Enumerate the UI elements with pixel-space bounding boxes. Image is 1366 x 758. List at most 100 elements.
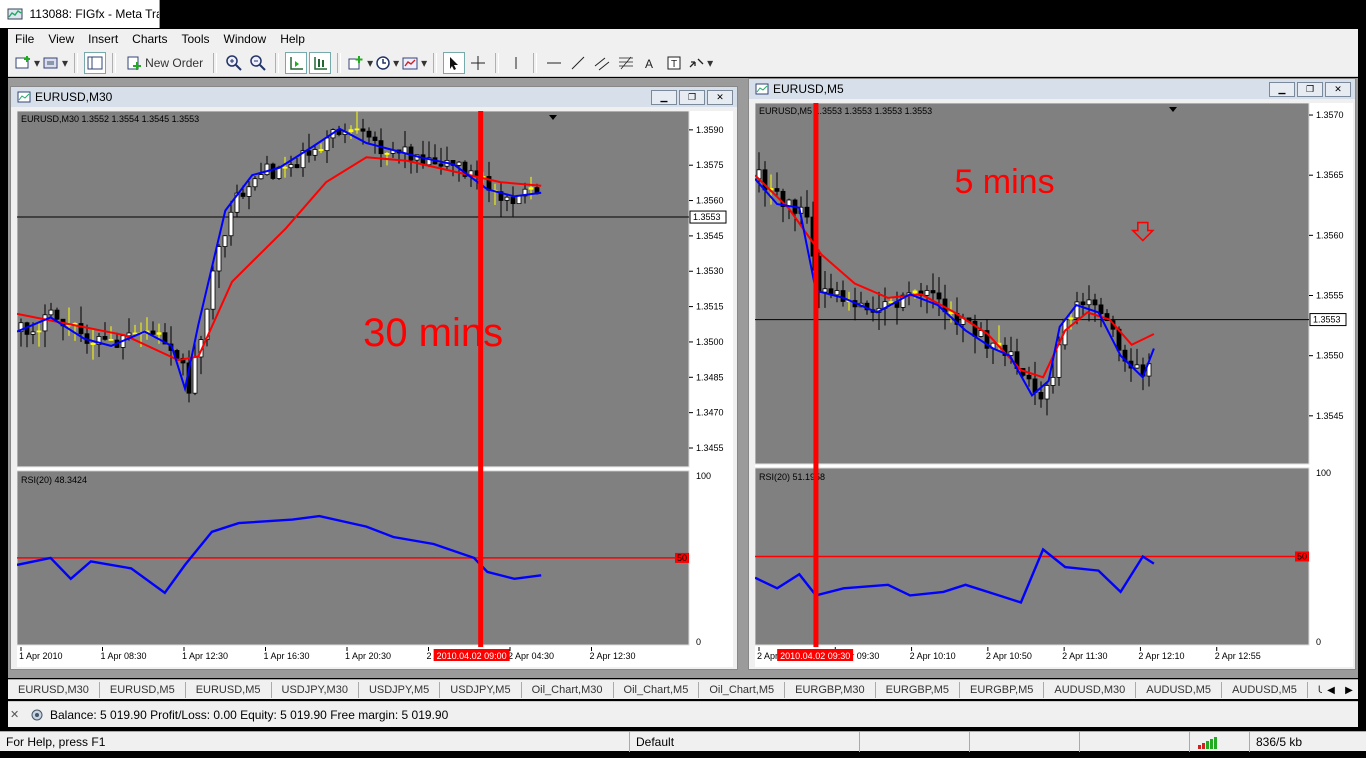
- text-label-icon[interactable]: T: [663, 52, 685, 74]
- cursor-icon[interactable]: [443, 51, 466, 74]
- tab-eurgbp-m5-2[interactable]: EURGBP,M5: [960, 681, 1045, 698]
- candle-body: [1074, 301, 1080, 319]
- tab-oil-chart-m5[interactable]: Oil_Chart,M5: [614, 681, 700, 698]
- price-tick-label: 1.3515: [696, 302, 724, 312]
- trendline-icon[interactable]: [567, 52, 589, 74]
- candle-body: [306, 150, 312, 156]
- chart-window-header[interactable]: EURUSD,M5 ▁ ❐ ✕: [749, 79, 1355, 99]
- price-pane: [17, 111, 690, 468]
- tab-usdjpy-m5[interactable]: USDJPY,M5: [359, 681, 441, 698]
- tab-eurusd-m30[interactable]: EURUSD,M30: [8, 681, 100, 698]
- svg-text:T: T: [671, 59, 677, 70]
- menu-file[interactable]: File: [8, 30, 41, 48]
- tab-scroll-left-icon[interactable]: ◀: [1322, 685, 1340, 696]
- time-marker-label: 2010.04.02 09:30: [780, 651, 850, 661]
- price-tick-label: 1.3570: [1316, 110, 1344, 120]
- indicators-icon[interactable]: ▾: [347, 52, 373, 74]
- candle-body: [510, 196, 516, 205]
- chart-info: EURUSD,M30 1.3552 1.3554 1.3545 1.3553: [21, 114, 199, 124]
- candle-body: [282, 166, 288, 169]
- rsi-tick-label: 0: [696, 637, 701, 647]
- candle-body: [312, 149, 318, 156]
- menu-insert[interactable]: Insert: [81, 30, 125, 48]
- candle-body: [888, 301, 894, 304]
- current-price-label: 1.3553: [1313, 315, 1341, 325]
- vertical-line-icon[interactable]: [505, 52, 527, 74]
- tab-usdjpy-m5-2[interactable]: USDJPY,M5: [440, 681, 522, 698]
- new-chart-icon[interactable]: ▾: [14, 52, 40, 74]
- toolbar-separator: [433, 52, 438, 73]
- tab-eurgbp-m5[interactable]: EURGBP,M5: [876, 681, 960, 698]
- menu-help[interactable]: Help: [273, 30, 312, 48]
- tab-usdjpy-m30[interactable]: USDJPY,M30: [272, 681, 359, 698]
- auto-scroll-icon[interactable]: [285, 51, 308, 74]
- maximize-button[interactable]: ❐: [679, 90, 705, 105]
- chart-window-eurusd-m5[interactable]: EURUSD,M5 ▁ ❐ ✕ 1.3570 1.3565 1.3560 1.3555…: [748, 78, 1356, 670]
- menu-tools[interactable]: Tools: [175, 30, 217, 48]
- menu-window[interactable]: Window: [217, 30, 274, 48]
- candle-body: [1086, 299, 1092, 306]
- chart-canvas[interactable]: 1.3590 1.3575 1.3560 1.3545 1.3530 1.3515 1.35…: [17, 111, 733, 667]
- crosshair-icon[interactable]: [467, 52, 489, 74]
- candle-body: [228, 211, 234, 237]
- menu-view[interactable]: View: [41, 30, 81, 48]
- close-button[interactable]: ✕: [1325, 82, 1351, 97]
- fibonacci-icon[interactable]: [615, 52, 637, 74]
- candle-body: [54, 309, 60, 320]
- rsi-level-label: 50: [677, 553, 687, 563]
- profiles-icon[interactable]: ▾: [42, 52, 68, 74]
- time-tick-label: 2 Apr 10:10: [910, 651, 956, 661]
- tab-audusd-m5[interactable]: AUDUSD,M5: [1136, 681, 1223, 698]
- chart-window-eurusd-m30[interactable]: EURUSD,M30 ▁ ❐ ✕ 1.3590 1.3575 1.3560 1.354…: [10, 86, 738, 670]
- workspace: EURUSD,M30 ▁ ❐ ✕ 1.3590 1.3575 1.3560 1.354…: [8, 78, 1358, 678]
- current-price-label: 1.3553: [693, 212, 721, 222]
- candle-body: [36, 330, 42, 333]
- candle-body: [834, 290, 840, 296]
- chart-shift-icon[interactable]: [309, 51, 332, 74]
- tab-oil-chart-m30[interactable]: Oil_Chart,M30: [522, 681, 614, 698]
- terminal-panel: ✕ Balance: 5 019.90 Profit/Loss: 0.00 Eq…: [8, 701, 1358, 727]
- candle-body: [516, 195, 522, 205]
- maximize-button[interactable]: ❐: [1297, 82, 1323, 97]
- toolbar-separator: [337, 52, 342, 73]
- price-tick-label: 1.3530: [696, 266, 724, 276]
- zoom-out-icon[interactable]: [247, 52, 269, 74]
- time-tick-label: 2 Apr: [757, 651, 778, 661]
- candle-body: [822, 288, 828, 293]
- time-tick-label: 1 Apr 20:30: [345, 651, 391, 661]
- tab-eurusd-m5-2[interactable]: EURUSD,M5: [186, 681, 272, 698]
- candle-body: [216, 246, 222, 272]
- price-tick-label: 1.3560: [1316, 230, 1344, 240]
- tab-scroll-right-icon[interactable]: ▶: [1340, 685, 1358, 696]
- tab-audusd-m5-2[interactable]: AUDUSD,M5: [1222, 681, 1308, 698]
- price-pane: [755, 103, 1310, 465]
- window-controls: ▁ ❐ ✕: [651, 90, 733, 105]
- new-order-button[interactable]: New Order: [122, 52, 207, 74]
- candle-body: [252, 178, 258, 188]
- minimize-button[interactable]: ▁: [651, 90, 677, 105]
- text-icon[interactable]: A: [639, 52, 661, 74]
- tab-oil-chart-m5-2[interactable]: Oil_Chart,M5: [699, 681, 786, 698]
- toolbar-separator: [533, 52, 538, 73]
- menu-charts[interactable]: Charts: [125, 30, 174, 48]
- tab-eurgbp-m30[interactable]: EURGBP,M30: [785, 681, 876, 698]
- tab-eurusd-m5[interactable]: EURUSD,M5: [100, 681, 186, 698]
- horizontal-line-icon[interactable]: [543, 52, 565, 74]
- arrows-icon[interactable]: ▾: [687, 52, 713, 74]
- periods-icon[interactable]: ▾: [375, 52, 399, 74]
- time-tick-label: 2 Apr 11:30: [1062, 651, 1107, 661]
- chart-window-header[interactable]: EURUSD,M30 ▁ ❐ ✕: [11, 87, 737, 107]
- templates-icon[interactable]: ▾: [401, 52, 427, 74]
- equidistant-channel-icon[interactable]: [591, 52, 613, 74]
- candle-body: [78, 323, 84, 335]
- price-tick-label: 1.3560: [696, 196, 724, 206]
- minimize-button[interactable]: ▁: [1269, 82, 1295, 97]
- candle-body: [192, 356, 198, 394]
- market-watch-icon[interactable]: [84, 51, 107, 74]
- tab-audusd-m30[interactable]: AUDUSD,M30: [1044, 681, 1137, 698]
- terminal-close-icon[interactable]: ✕: [10, 708, 24, 721]
- zoom-in-icon[interactable]: [223, 52, 245, 74]
- close-button[interactable]: ✕: [707, 90, 733, 105]
- chart-canvas[interactable]: 1.3570 1.3565 1.3560 1.3555 1.3550 1.3545 1.35…: [755, 103, 1353, 667]
- timeframe-annotation: 5 mins: [954, 163, 1054, 201]
